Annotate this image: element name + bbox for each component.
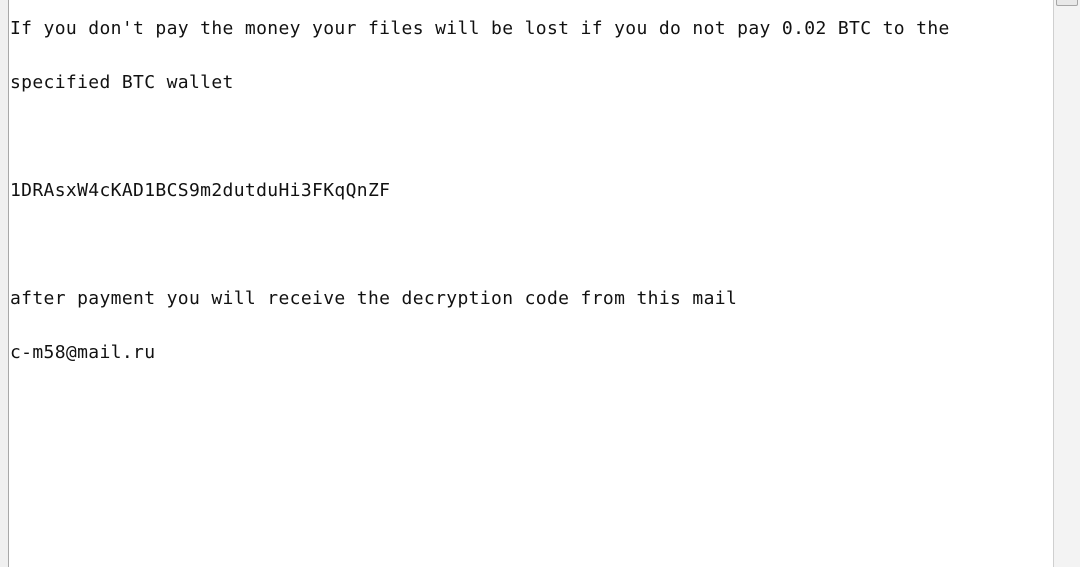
vertical-scrollbar[interactable] [1053,0,1080,567]
btc-wallet-address: 1DRAsxW4cKAD1BCS9m2dutduHi3FKqQnZF [10,180,391,201]
contact-email: c-m58@mail.ru [10,342,156,363]
ransom-note-line-cut-off: If you don't pay the money your files wi… [10,18,950,39]
ransom-note-text[interactable]: If you don't pay the money your files wi… [10,0,950,398]
ransom-note-line-wallet-instruction: specified BTC wallet [10,72,234,93]
scrollbar-thumb[interactable] [1056,0,1078,6]
text-editor-content-area[interactable]: If you don't pay the money your files wi… [8,0,1054,567]
text-editor-window: If you don't pay the money your files wi… [0,0,1080,567]
decryption-code-instruction: after payment you will receive the decry… [10,288,738,309]
